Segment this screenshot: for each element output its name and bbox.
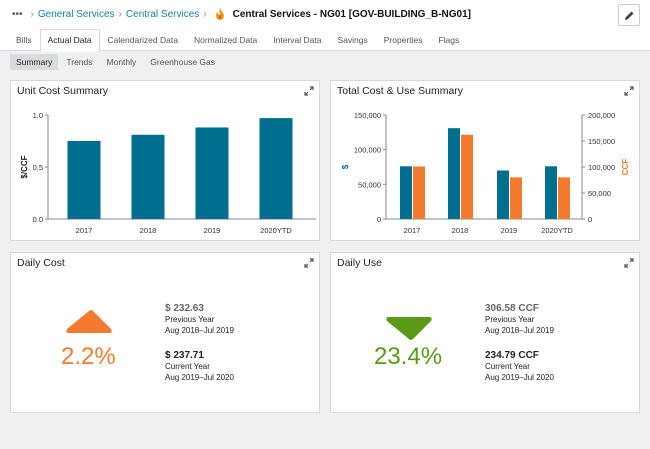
current-range: Aug 2019–Jul 2020: [485, 373, 554, 382]
header: ••• › General Services › Central Service…: [0, 0, 650, 52]
chevron-right-icon: ›: [203, 8, 207, 20]
total-cost-use-chart: 0 50,000 100,000 150,000 0 50,000 100,000 150,0…: [341, 111, 630, 235]
tab-properties[interactable]: Properties: [376, 29, 431, 52]
y2-tick-label: 50,000: [588, 189, 611, 198]
panel-title: Daily Cost: [17, 257, 65, 269]
edit-button[interactable]: [618, 4, 640, 26]
previous-value: $ 232.63: [165, 303, 204, 314]
current-year-info: 234.79 CCF Current Year Aug 2019–Jul 202…: [485, 350, 554, 383]
tab-actual-data[interactable]: Actual Data: [39, 29, 100, 52]
y-axis-label: $: [341, 164, 350, 169]
chevron-right-icon: ›: [30, 8, 34, 20]
subtab-monthly[interactable]: Monthly: [101, 54, 143, 70]
breadcrumb-central-services[interactable]: Central Services: [126, 9, 199, 20]
pencil-icon: [624, 11, 633, 20]
y-tick-label: 0.0: [33, 215, 43, 224]
y-tick-label: 100,000: [354, 146, 381, 155]
expand-icon[interactable]: [304, 258, 314, 268]
y-tick-label: 0: [377, 215, 381, 224]
use-bar-2020YTD: [558, 177, 570, 219]
arrow-up-icon: [66, 310, 112, 333]
cost-bar-2020YTD: [545, 166, 557, 219]
tab-bar: Bills Actual Data Calendarized Data Normali…: [8, 29, 467, 52]
tab-flags[interactable]: Flags: [430, 29, 467, 52]
y2-tick-label: 100,000: [588, 163, 615, 172]
previous-year-info: $ 232.63 Previous Year Aug 2018–Jul 2019: [165, 303, 234, 336]
current-label: Current Year: [165, 362, 210, 371]
flame-icon: [215, 8, 224, 20]
use-bar-2017: [413, 166, 425, 219]
total-cost-use-summary-panel: Total Cost & Use Summary 0 50,000 100,000 1…: [330, 80, 640, 241]
x-tick-label: 2017: [76, 226, 93, 235]
cost-bar-2017: [400, 166, 412, 219]
x-tick-label: 2019: [204, 226, 221, 235]
x-tick-label: 2020YTD: [541, 226, 573, 235]
daily-cost-panel: Daily Cost 2.2% $ 232.63 Previous Year A…: [10, 252, 320, 413]
current-value: 234.79 CCF: [485, 350, 539, 361]
subtab-greenhouse-gas[interactable]: Greenhouse Gas: [144, 54, 221, 70]
subtab-summary[interactable]: Summary: [10, 54, 59, 70]
breadcrumb-general-services[interactable]: General Services: [38, 9, 115, 20]
daily-use-panel: Daily Use 23.4% 306.58 CCF Previous Year…: [330, 252, 640, 413]
x-tick-label: 2020YTD: [260, 226, 292, 235]
tab-calendarized-data[interactable]: Calendarized Data: [100, 29, 186, 52]
tab-normalized-data[interactable]: Normalized Data: [186, 29, 265, 52]
current-value: $ 237.71: [165, 350, 204, 361]
y2-tick-label: 0: [588, 215, 592, 224]
panel-title: Daily Use: [337, 257, 382, 269]
y2-axis-label: CCF: [621, 159, 630, 176]
expand-icon[interactable]: [624, 258, 634, 268]
unit-cost-summary-panel: Unit Cost Summary 0.0 0.5 1.0 $/CCF 2017 2018…: [10, 80, 320, 241]
bar-2018: [131, 134, 165, 219]
daily-use-percent: 23.4%: [374, 343, 443, 370]
y-tick-label: 0.5: [33, 163, 43, 172]
x-tick-label: 2018: [452, 226, 469, 235]
x-tick-label: 2017: [404, 226, 421, 235]
tab-bills[interactable]: Bills: [8, 29, 40, 52]
previous-value: 306.58 CCF: [485, 303, 539, 314]
previous-range: Aug 2018–Jul 2019: [485, 326, 554, 335]
x-tick-label: 2018: [140, 226, 157, 235]
chevron-right-icon: ›: [118, 8, 122, 20]
y-tick-label: 50,000: [358, 180, 381, 189]
y2-tick-label: 200,000: [588, 111, 615, 120]
x-tick-label: 2019: [501, 226, 518, 235]
previous-label: Previous Year: [485, 315, 535, 324]
current-year-info: $ 237.71 Current Year Aug 2019–Jul 2020: [165, 350, 234, 383]
unit-cost-chart: 0.0 0.5 1.0 $/CCF 2017 2018 2019 2020YTD: [20, 111, 316, 235]
previous-range: Aug 2018–Jul 2019: [165, 326, 234, 335]
cost-bar-2019: [497, 170, 509, 219]
current-label: Current Year: [485, 362, 530, 371]
more-button[interactable]: •••: [12, 9, 23, 20]
tab-interval-data[interactable]: Interval Data: [265, 29, 329, 52]
sub-tab-bar: Summary Trends Monthly Greenhouse Gas: [10, 54, 221, 70]
use-bar-2018: [461, 134, 473, 219]
bar-2019: [195, 127, 229, 219]
current-range: Aug 2019–Jul 2020: [165, 373, 234, 382]
previous-year-info: 306.58 CCF Previous Year Aug 2018–Jul 20…: [485, 303, 554, 336]
use-bar-2019: [510, 177, 522, 219]
previous-label: Previous Year: [165, 315, 215, 324]
breadcrumb: ••• › General Services › Central Service…: [12, 8, 471, 20]
cost-bar-2018: [448, 128, 460, 219]
subtab-trends[interactable]: Trends: [60, 54, 98, 70]
y2-tick-label: 150,000: [588, 137, 615, 146]
y-axis-label: $/CCF: [20, 155, 29, 178]
tab-savings[interactable]: Savings: [329, 29, 375, 52]
daily-cost-percent: 2.2%: [61, 343, 116, 370]
y-tick-label: 150,000: [354, 111, 381, 120]
bar-2020YTD: [259, 118, 293, 219]
arrow-down-icon: [386, 317, 432, 340]
y-tick-label: 1.0: [33, 111, 43, 120]
bar-2017: [67, 141, 101, 219]
page-title: Central Services - NG01 [GOV-BUILDING_B-…: [232, 8, 472, 20]
